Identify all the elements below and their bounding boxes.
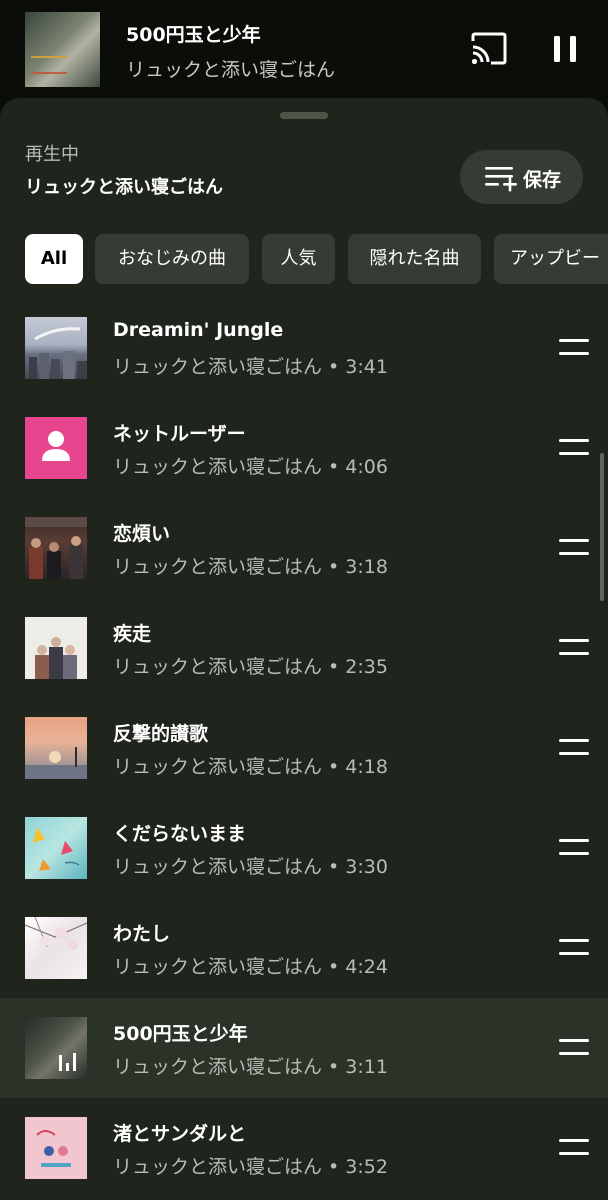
- cast-button[interactable]: [470, 32, 508, 66]
- track-thumbnail: [25, 417, 87, 479]
- save-queue-button[interactable]: 保存: [460, 150, 583, 204]
- mini-player-title: 500円玉と少年: [126, 24, 261, 46]
- now-playing-label: 再生中: [25, 144, 79, 165]
- queue-sheet: 再生中 リュックと添い寝ごはん 保存 All おなじみの曲 人気 隠れた名曲 ア…: [0, 98, 608, 1200]
- chip-all[interactable]: All: [25, 234, 83, 284]
- drag-reorder-icon[interactable]: [559, 537, 589, 557]
- track-thumbnail: [25, 717, 87, 779]
- track-subtitle: リュックと添い寝ごはん • 4:06: [113, 456, 388, 478]
- track-thumbnail: [25, 817, 87, 879]
- track-title: 疾走: [113, 623, 152, 645]
- mini-player-artist: リュックと添い寝ごはん: [126, 59, 336, 81]
- cast-icon: [471, 32, 507, 65]
- drag-reorder-icon[interactable]: [559, 837, 589, 857]
- track-row[interactable]: Dreamin' Jungle リュックと添い寝ごはん • 3:41: [0, 298, 608, 398]
- mini-player-album-art: [25, 12, 100, 87]
- track-row-now-playing[interactable]: 500円玉と少年 リュックと添い寝ごはん • 3:11: [0, 998, 608, 1098]
- track-title: ネットルーザー: [113, 423, 246, 445]
- track-title: 渚とサンダルと: [113, 1123, 247, 1145]
- track-title: くだらないまま: [113, 823, 247, 845]
- track-title: わたし: [113, 923, 171, 945]
- sheet-drag-handle[interactable]: [280, 112, 328, 119]
- chip-popular[interactable]: 人気: [262, 234, 335, 284]
- track-subtitle: リュックと添い寝ごはん • 3:11: [113, 1056, 388, 1078]
- mini-player[interactable]: 500円玉と少年 リュックと添い寝ごはん: [0, 0, 608, 100]
- chip-upbeat[interactable]: アップビー: [494, 234, 608, 284]
- filter-chips: All おなじみの曲 人気 隠れた名曲 アップビー: [25, 234, 608, 284]
- track-row[interactable]: 反撃的讃歌 リュックと添い寝ごはん • 4:18: [0, 698, 608, 798]
- pause-button[interactable]: [548, 32, 582, 66]
- track-subtitle: リュックと添い寝ごはん • 3:18: [113, 556, 388, 578]
- track-title: 500円玉と少年: [113, 1023, 248, 1045]
- queue-source-title: リュックと添い寝ごはん: [25, 177, 223, 198]
- drag-reorder-icon[interactable]: [559, 437, 589, 457]
- track-thumbnail: [25, 1017, 87, 1079]
- drag-reorder-icon[interactable]: [559, 737, 589, 757]
- track-row[interactable]: 疾走 リュックと添い寝ごはん • 2:35: [0, 598, 608, 698]
- track-thumbnail: [25, 317, 87, 379]
- track-row[interactable]: くだらないまま リュックと添い寝ごはん • 3:30: [0, 798, 608, 898]
- save-button-label: 保存: [523, 169, 562, 191]
- track-row[interactable]: ネットルーザー リュックと添い寝ごはん • 4:06: [0, 398, 608, 498]
- track-row[interactable]: わたし リュックと添い寝ごはん • 4:24: [0, 898, 608, 998]
- track-row[interactable]: 恋煩い リュックと添い寝ごはん • 3:18: [0, 498, 608, 598]
- track-subtitle: リュックと添い寝ごはん • 3:30: [113, 856, 388, 878]
- playlist-add-icon: [485, 167, 517, 192]
- track-subtitle: リュックと添い寝ごはん • 2:35: [113, 656, 388, 678]
- drag-reorder-icon[interactable]: [559, 337, 589, 357]
- drag-reorder-icon[interactable]: [559, 937, 589, 957]
- track-subtitle: リュックと添い寝ごはん • 4:24: [113, 956, 388, 978]
- track-thumbnail: [25, 917, 87, 979]
- track-thumbnail: [25, 517, 87, 579]
- track-subtitle: リュックと添い寝ごはん • 3:41: [113, 356, 388, 378]
- track-thumbnail: [25, 1117, 87, 1179]
- track-title: 恋煩い: [113, 523, 171, 545]
- drag-reorder-icon[interactable]: [559, 1037, 589, 1057]
- track-subtitle: リュックと添い寝ごはん • 4:18: [113, 756, 388, 778]
- drag-reorder-icon[interactable]: [559, 1137, 589, 1157]
- track-title: Dreamin' Jungle: [113, 319, 284, 341]
- scrollbar-thumb[interactable]: [600, 453, 604, 601]
- chip-familiar[interactable]: おなじみの曲: [95, 234, 249, 284]
- track-title: 反撃的讃歌: [113, 723, 209, 745]
- track-row[interactable]: 渚とサンダルと リュックと添い寝ごはん • 3:52: [0, 1098, 608, 1198]
- track-thumbnail: [25, 617, 87, 679]
- now-playing-equalizer-icon: [59, 1053, 76, 1071]
- drag-reorder-icon[interactable]: [559, 637, 589, 657]
- chip-hidden-gems[interactable]: 隠れた名曲: [348, 234, 481, 284]
- track-subtitle: リュックと添い寝ごはん • 3:52: [113, 1156, 388, 1178]
- pause-icon: [554, 36, 576, 62]
